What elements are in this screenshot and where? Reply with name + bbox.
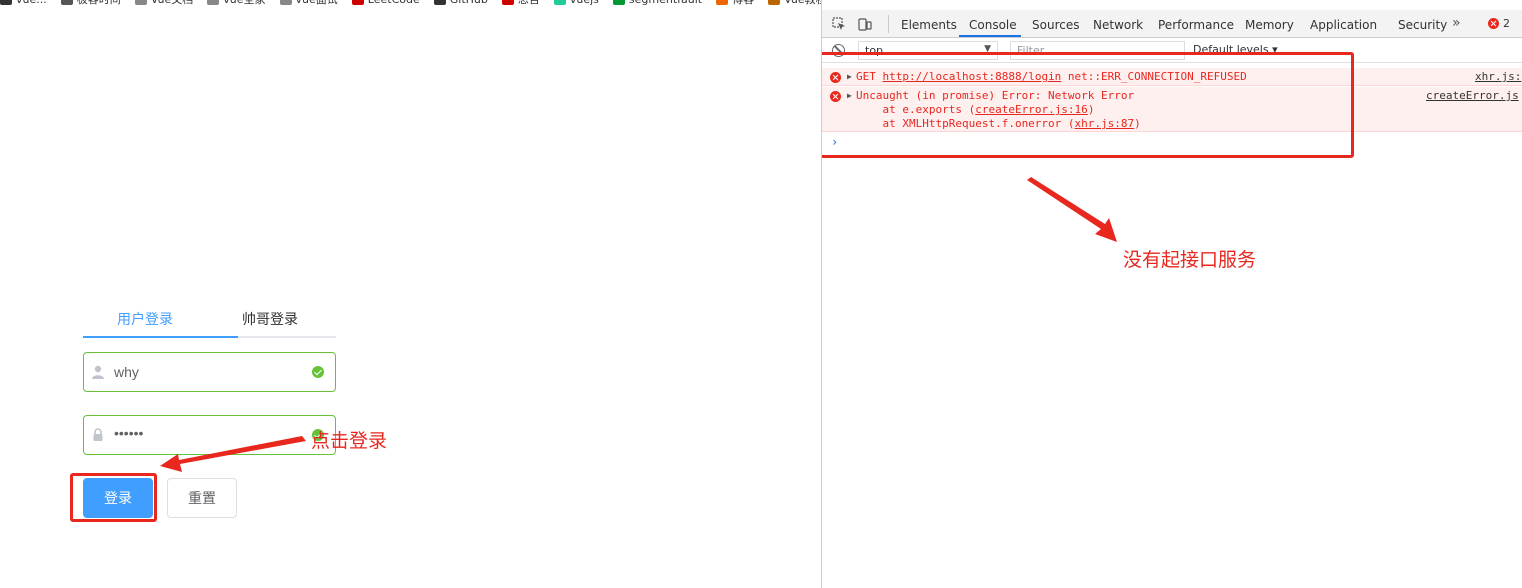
error-icon bbox=[1488, 18, 1499, 29]
log-levels-select[interactable]: Default levels ▾ bbox=[1193, 43, 1278, 56]
log-message: Uncaught (in promise) Error: Network Err… bbox=[856, 89, 1135, 102]
tab-handsome-login[interactable]: 帅哥登录 bbox=[242, 309, 298, 329]
tab-application[interactable]: Application bbox=[1310, 18, 1377, 32]
request-url-link[interactable]: http://localhost:8888/login bbox=[883, 70, 1062, 83]
login-tabs: 用户登录 帅哥登录 bbox=[83, 306, 336, 338]
console-filter-input[interactable]: Filter bbox=[1010, 41, 1185, 60]
stack-frame: at e.exports (createError.js:16) bbox=[856, 103, 1095, 116]
console-error-row[interactable]: ▶ GET http://localhost:8888/login net::E… bbox=[822, 68, 1522, 86]
tab-console[interactable]: Console bbox=[969, 18, 1017, 32]
context-value: top bbox=[865, 44, 884, 57]
username-value: why bbox=[114, 364, 139, 380]
devtools-panel: Elements Console Sources Network Perform… bbox=[821, 0, 1522, 588]
error-count-badge[interactable]: 2 bbox=[1488, 17, 1510, 30]
annotation-arrow-login bbox=[160, 436, 306, 472]
expand-triangle-icon[interactable]: ▶ bbox=[847, 91, 852, 100]
device-toolbar-icon[interactable] bbox=[858, 17, 872, 31]
lock-icon bbox=[93, 428, 103, 441]
log-source-link[interactable]: xhr.js: bbox=[1475, 70, 1521, 83]
filter-placeholder: Filter bbox=[1017, 44, 1045, 57]
log-levels-label: Default levels bbox=[1193, 43, 1269, 56]
log-message: GET http://localhost:8888/login net::ERR… bbox=[856, 70, 1247, 83]
error-icon bbox=[830, 91, 841, 102]
stack-frame: at XMLHttpRequest.f.onerror (xhr.js:87) bbox=[856, 117, 1141, 130]
check-circle-icon bbox=[312, 366, 324, 378]
console-prompt[interactable]: › bbox=[831, 135, 838, 149]
console-filter-bar: top ▼ Filter Default levels ▾ bbox=[822, 39, 1522, 63]
reset-button[interactable]: 重置 bbox=[167, 478, 237, 518]
tab-elements[interactable]: Elements bbox=[901, 18, 957, 32]
clear-console-icon[interactable] bbox=[832, 44, 845, 57]
inspect-element-icon[interactable] bbox=[832, 17, 846, 31]
stack-link[interactable]: xhr.js:87 bbox=[1075, 117, 1135, 130]
tab-sources[interactable]: Sources bbox=[1032, 18, 1079, 32]
log-source-link[interactable]: createError.js bbox=[1426, 89, 1519, 102]
error-count: 2 bbox=[1503, 17, 1510, 30]
tab-memory[interactable]: Memory bbox=[1245, 18, 1294, 32]
expand-triangle-icon[interactable]: ▶ bbox=[847, 72, 852, 81]
login-button[interactable]: 登录 bbox=[83, 478, 153, 518]
tab-network[interactable]: Network bbox=[1093, 18, 1143, 32]
more-tabs-chevron-icon[interactable]: » bbox=[1452, 15, 1461, 31]
error-icon bbox=[830, 72, 841, 83]
annotation-arrow-console bbox=[1027, 177, 1117, 242]
password-value: •••••• bbox=[114, 425, 144, 441]
dropdown-arrow-icon: ▼ bbox=[984, 44, 991, 54]
tab-security[interactable]: Security bbox=[1398, 18, 1447, 32]
stack-link[interactable]: createError.js:16 bbox=[975, 103, 1088, 116]
login-page: 用户登录 帅哥登录 why •••••• 登录 重置 点击登录 bbox=[0, 0, 821, 588]
annotation-click-login: 点击登录 bbox=[311, 430, 388, 452]
active-tab-indicator bbox=[83, 336, 238, 338]
context-select[interactable]: top ▼ bbox=[858, 41, 998, 60]
toolbar-divider bbox=[888, 15, 889, 33]
tab-performance[interactable]: Performance bbox=[1158, 18, 1234, 32]
username-field[interactable]: why bbox=[83, 352, 336, 392]
console-error-row[interactable]: ▶ Uncaught (in promise) Error: Network E… bbox=[822, 87, 1522, 132]
devtools-toolbar: Elements Console Sources Network Perform… bbox=[822, 10, 1522, 38]
active-tab-indicator bbox=[959, 35, 1021, 37]
annotation-no-server: 没有起接口服务 bbox=[1123, 249, 1257, 271]
tab-user-login[interactable]: 用户登录 bbox=[117, 309, 173, 329]
user-icon bbox=[92, 365, 104, 379]
